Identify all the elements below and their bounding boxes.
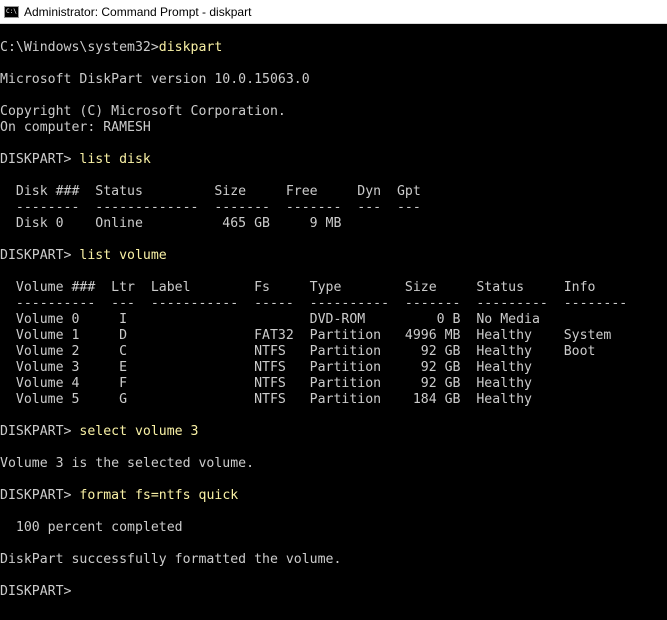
output-line: Volume 0 I DVD-ROM 0 B No Media — [0, 312, 540, 327]
prompt-line: DISKPART> list volume — [0, 248, 667, 264]
output-line: Volume 2 C NTFS Partition 92 GB Healthy … — [0, 344, 596, 359]
output-line: 100 percent completed — [0, 520, 183, 535]
prompt-line: DISKPART> — [0, 584, 667, 600]
prompt: C:\Windows\system32> — [0, 40, 159, 55]
prompt: DISKPART> — [0, 584, 80, 599]
prompt: DISKPART> — [0, 488, 80, 503]
prompt: DISKPART> — [0, 248, 80, 263]
command-text: diskpart — [158, 40, 223, 55]
output-line: Microsoft DiskPart version 10.0.15063.0 — [0, 72, 310, 87]
output-line: Volume ### Ltr Label Fs Type Size Status… — [0, 280, 596, 295]
prompt-line: DISKPART> format fs=ntfs quick — [0, 488, 667, 504]
command-text: select volume 3 — [79, 424, 199, 439]
output-line: Disk 0 Online 465 GB 9 MB — [0, 216, 342, 231]
window-title: Administrator: Command Prompt - diskpart — [24, 4, 252, 19]
prompt: DISKPART> — [0, 424, 80, 439]
output-line: Volume 1 D FAT32 Partition 4996 MB Healt… — [0, 328, 612, 343]
prompt: DISKPART> — [0, 152, 80, 167]
console-output[interactable]: C:\Windows\system32>diskpart Microsoft Di… — [0, 24, 667, 620]
command-text: list disk — [79, 152, 151, 167]
output-line: On computer: RAMESH — [0, 120, 151, 135]
output-line: Volume 3 is the selected volume. — [0, 456, 255, 471]
prompt-line: DISKPART> select volume 3 — [0, 424, 667, 440]
output-line: Copyright (C) Microsoft Corporation. — [0, 104, 286, 119]
command-text: format fs=ntfs quick — [79, 488, 239, 503]
output-line: Disk ### Status Size Free Dyn Gpt — [0, 184, 421, 199]
output-line: ---------- --- ----------- ----- -------… — [0, 296, 628, 311]
output-line: Volume 4 F NTFS Partition 92 GB Healthy — [0, 376, 532, 391]
output-line: Volume 5 G NTFS Partition 184 GB Healthy — [0, 392, 532, 407]
output-line: -------- ------------- ------- ------- -… — [0, 200, 421, 215]
prompt-line: DISKPART> list disk — [0, 152, 667, 168]
output-line: DiskPart successfully formatted the volu… — [0, 552, 342, 567]
title-bar[interactable]: C:\ Administrator: Command Prompt - disk… — [0, 0, 667, 24]
command-text: list volume — [79, 248, 167, 263]
output-line: Volume 3 E NTFS Partition 92 GB Healthy — [0, 360, 532, 375]
prompt-line: C:\Windows\system32>diskpart — [0, 40, 667, 56]
cmd-icon: C:\ — [4, 5, 19, 18]
